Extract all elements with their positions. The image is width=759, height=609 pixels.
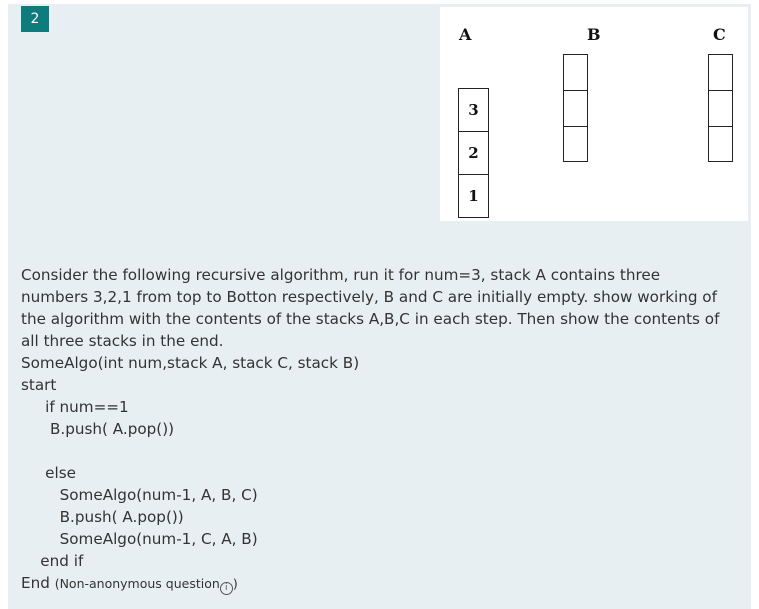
stack-b <box>563 54 588 162</box>
code-line: B.push( A.pop()) <box>21 420 175 438</box>
stack-b-cell <box>564 127 587 161</box>
stack-b-label: B <box>587 25 601 44</box>
question-body: Consider the following recursive algorit… <box>21 264 731 595</box>
end-line: End (Non-anonymous question i) <box>21 572 731 595</box>
question-paragraph: Consider the following recursive algorit… <box>21 266 720 350</box>
code-line: SomeAlgo(int num,stack A, stack C, stack… <box>21 354 360 372</box>
code-line: B.push( A.pop()) <box>21 508 184 526</box>
stack-c-cell <box>709 55 732 91</box>
code-line: if num==1 <box>21 398 129 416</box>
stack-a-cell: 1 <box>468 187 479 205</box>
stack-b-cell <box>564 55 587 91</box>
stack-a-label: A <box>459 25 472 44</box>
stack-c-cell <box>709 91 732 127</box>
stack-c-label: C <box>713 25 726 44</box>
stack-a-cell: 2 <box>459 132 488 175</box>
stack-c-cell <box>709 127 732 161</box>
code-line: SomeAlgo(num-1, C, A, B) <box>21 530 258 548</box>
end-keyword: End <box>21 574 50 592</box>
question-number-badge: 2 <box>21 6 49 32</box>
info-icon[interactable]: i <box>219 582 233 595</box>
stack-a-cell: 3 <box>459 89 488 132</box>
stacks-figure: A B C 3 2 1 <box>440 7 748 221</box>
code-line: start <box>21 376 57 394</box>
stack-b-cell <box>564 91 587 127</box>
question-meta: (Non-anonymous question <box>54 576 220 591</box>
stack-a: 3 2 1 <box>458 88 489 218</box>
stack-c <box>708 54 733 162</box>
code-line: SomeAlgo(num-1, A, B, C) <box>21 486 258 504</box>
code-line: else <box>21 464 76 482</box>
question-meta-close: ) <box>232 576 238 591</box>
code-line: end if <box>21 552 84 570</box>
